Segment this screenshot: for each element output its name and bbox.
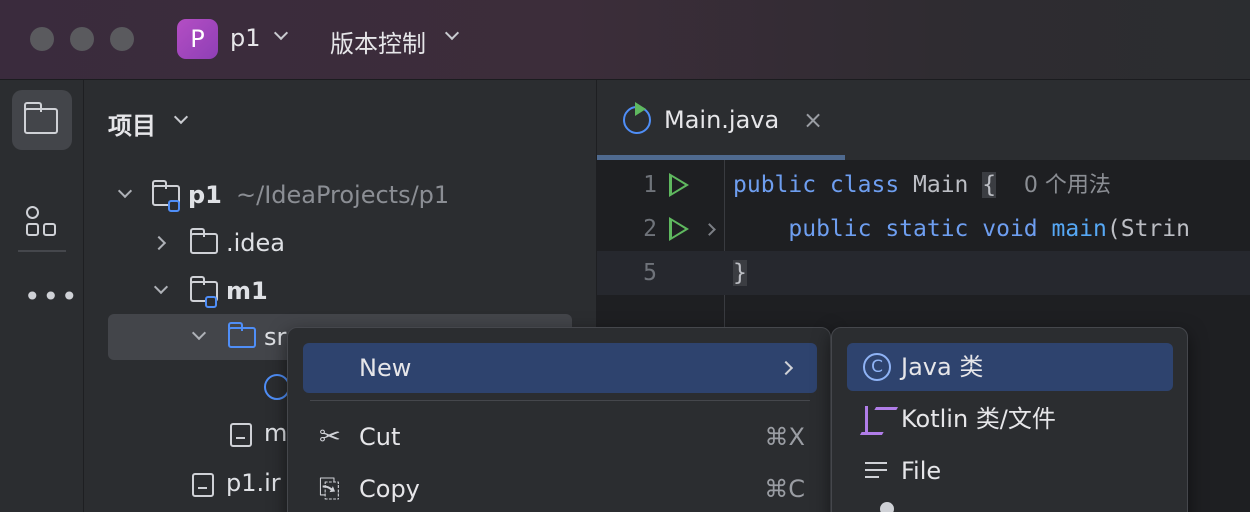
code-text: } <box>733 260 747 286</box>
menu-shortcut: ⌘X <box>764 423 805 451</box>
project-tool-button[interactable] <box>12 90 72 150</box>
divider <box>18 250 66 252</box>
menu-item-label: Copy <box>359 475 420 503</box>
submenu-item-kotlin[interactable]: Kotlin 类/文件 <box>847 395 1173 443</box>
line-number: 2 <box>643 216 657 242</box>
submenu-item-file[interactable]: File <box>847 447 1173 495</box>
usages-hint[interactable]: 0 个用法 <box>1024 173 1111 198</box>
structure-icon[interactable] <box>26 206 58 238</box>
chevron-right-icon[interactable] <box>151 235 167 251</box>
menu-item-cut[interactable]: ✂ Cut ⌘X <box>303 412 817 462</box>
vcs-dropdown[interactable]: 版本控制 <box>330 24 426 59</box>
chevron-down-icon[interactable] <box>153 279 169 295</box>
scissors-icon: ✂ <box>319 422 341 452</box>
info-icon <box>880 502 894 512</box>
tree-item-label: sr <box>264 323 287 351</box>
code-line-1[interactable]: 1 public class Main { 0 个用法 <box>597 163 1250 207</box>
submenu-item-java-class[interactable]: C Java 类 <box>847 343 1173 391</box>
source-folder-icon <box>228 322 256 348</box>
panel-title[interactable]: 项目 <box>108 106 156 141</box>
file-icon <box>230 423 252 447</box>
chevron-down-icon[interactable] <box>444 25 460 41</box>
minimize-window-button[interactable] <box>70 27 94 51</box>
java-runnable-class-icon <box>623 102 651 134</box>
menu-item-copy[interactable]: ⎘ Copy ⌘C <box>303 464 817 512</box>
tree-item-label: .idea <box>226 229 286 257</box>
tab-label: Main.java <box>664 106 780 134</box>
file-icon <box>192 473 214 497</box>
project-name-dropdown[interactable]: p1 <box>230 24 261 52</box>
menu-item-label: Cut <box>359 423 401 451</box>
code-text: public static void main(Strin <box>788 216 1190 242</box>
submenu-item-label: Kotlin 类/文件 <box>901 405 1056 433</box>
tree-item-label: p1.ir <box>226 469 281 497</box>
new-submenu: C Java 类 Kotlin 类/文件 File <box>831 327 1188 512</box>
copy-icon: ⎘ <box>319 474 340 504</box>
tree-item-m1[interactable]: m1 <box>84 268 597 314</box>
context-menu: New ✂ Cut ⌘X ⎘ Copy ⌘C <box>287 327 831 512</box>
menu-item-new[interactable]: New <box>303 343 817 393</box>
submenu-item-label: File <box>901 457 942 485</box>
tool-window-strip: ••• <box>0 80 84 512</box>
module-marker-icon <box>205 296 217 308</box>
chevron-down-icon[interactable] <box>273 25 289 41</box>
tree-item-label: p1 <box>188 181 222 209</box>
code-line-2[interactable]: 2 public static void main(Strin <box>597 207 1250 251</box>
menu-shortcut: ⌘C <box>764 475 805 503</box>
folder-icon <box>24 102 58 134</box>
tree-item-label: m1 <box>226 277 268 305</box>
close-window-button[interactable] <box>30 27 54 51</box>
menu-divider <box>310 400 810 401</box>
module-marker-icon <box>168 200 180 212</box>
submenu-item-label: Java 类 <box>901 353 984 381</box>
line-number: 5 <box>643 260 657 286</box>
code-line-5[interactable]: 5 } <box>597 251 1250 295</box>
editor-tab-bar: Main.java × <box>597 80 1250 160</box>
chevron-right-icon <box>778 360 794 376</box>
tree-item-path: ~/IdeaProjects/p1 <box>236 181 450 209</box>
code-text: public class Main { 0 个用法 <box>733 172 1111 198</box>
menu-item-label: New <box>359 354 412 382</box>
folder-icon <box>190 228 218 254</box>
run-gutter-icon[interactable] <box>669 173 689 197</box>
tab-main-java[interactable]: Main.java × <box>597 80 845 160</box>
close-tab-icon[interactable]: × <box>803 106 823 134</box>
tree-item-p1[interactable]: p1 ~/IdeaProjects/p1 <box>84 172 597 218</box>
run-gutter-icon[interactable] <box>669 217 689 241</box>
line-number: 1 <box>643 172 657 198</box>
fold-chevron-icon[interactable] <box>703 223 716 236</box>
project-badge[interactable]: P <box>177 19 218 59</box>
chevron-down-icon[interactable] <box>117 183 133 199</box>
java-class-icon: C <box>863 353 891 381</box>
more-tools-icon[interactable]: ••• <box>24 280 80 313</box>
chevron-down-icon[interactable] <box>173 109 189 125</box>
kotlin-icon <box>865 406 889 432</box>
file-lines-icon <box>865 462 887 483</box>
title-bar: P p1 版本控制 <box>0 0 1250 80</box>
tree-item-label: m <box>264 419 288 447</box>
chevron-down-icon[interactable] <box>191 325 207 341</box>
tree-item-idea[interactable]: .idea <box>84 220 597 266</box>
zoom-window-button[interactable] <box>110 27 134 51</box>
